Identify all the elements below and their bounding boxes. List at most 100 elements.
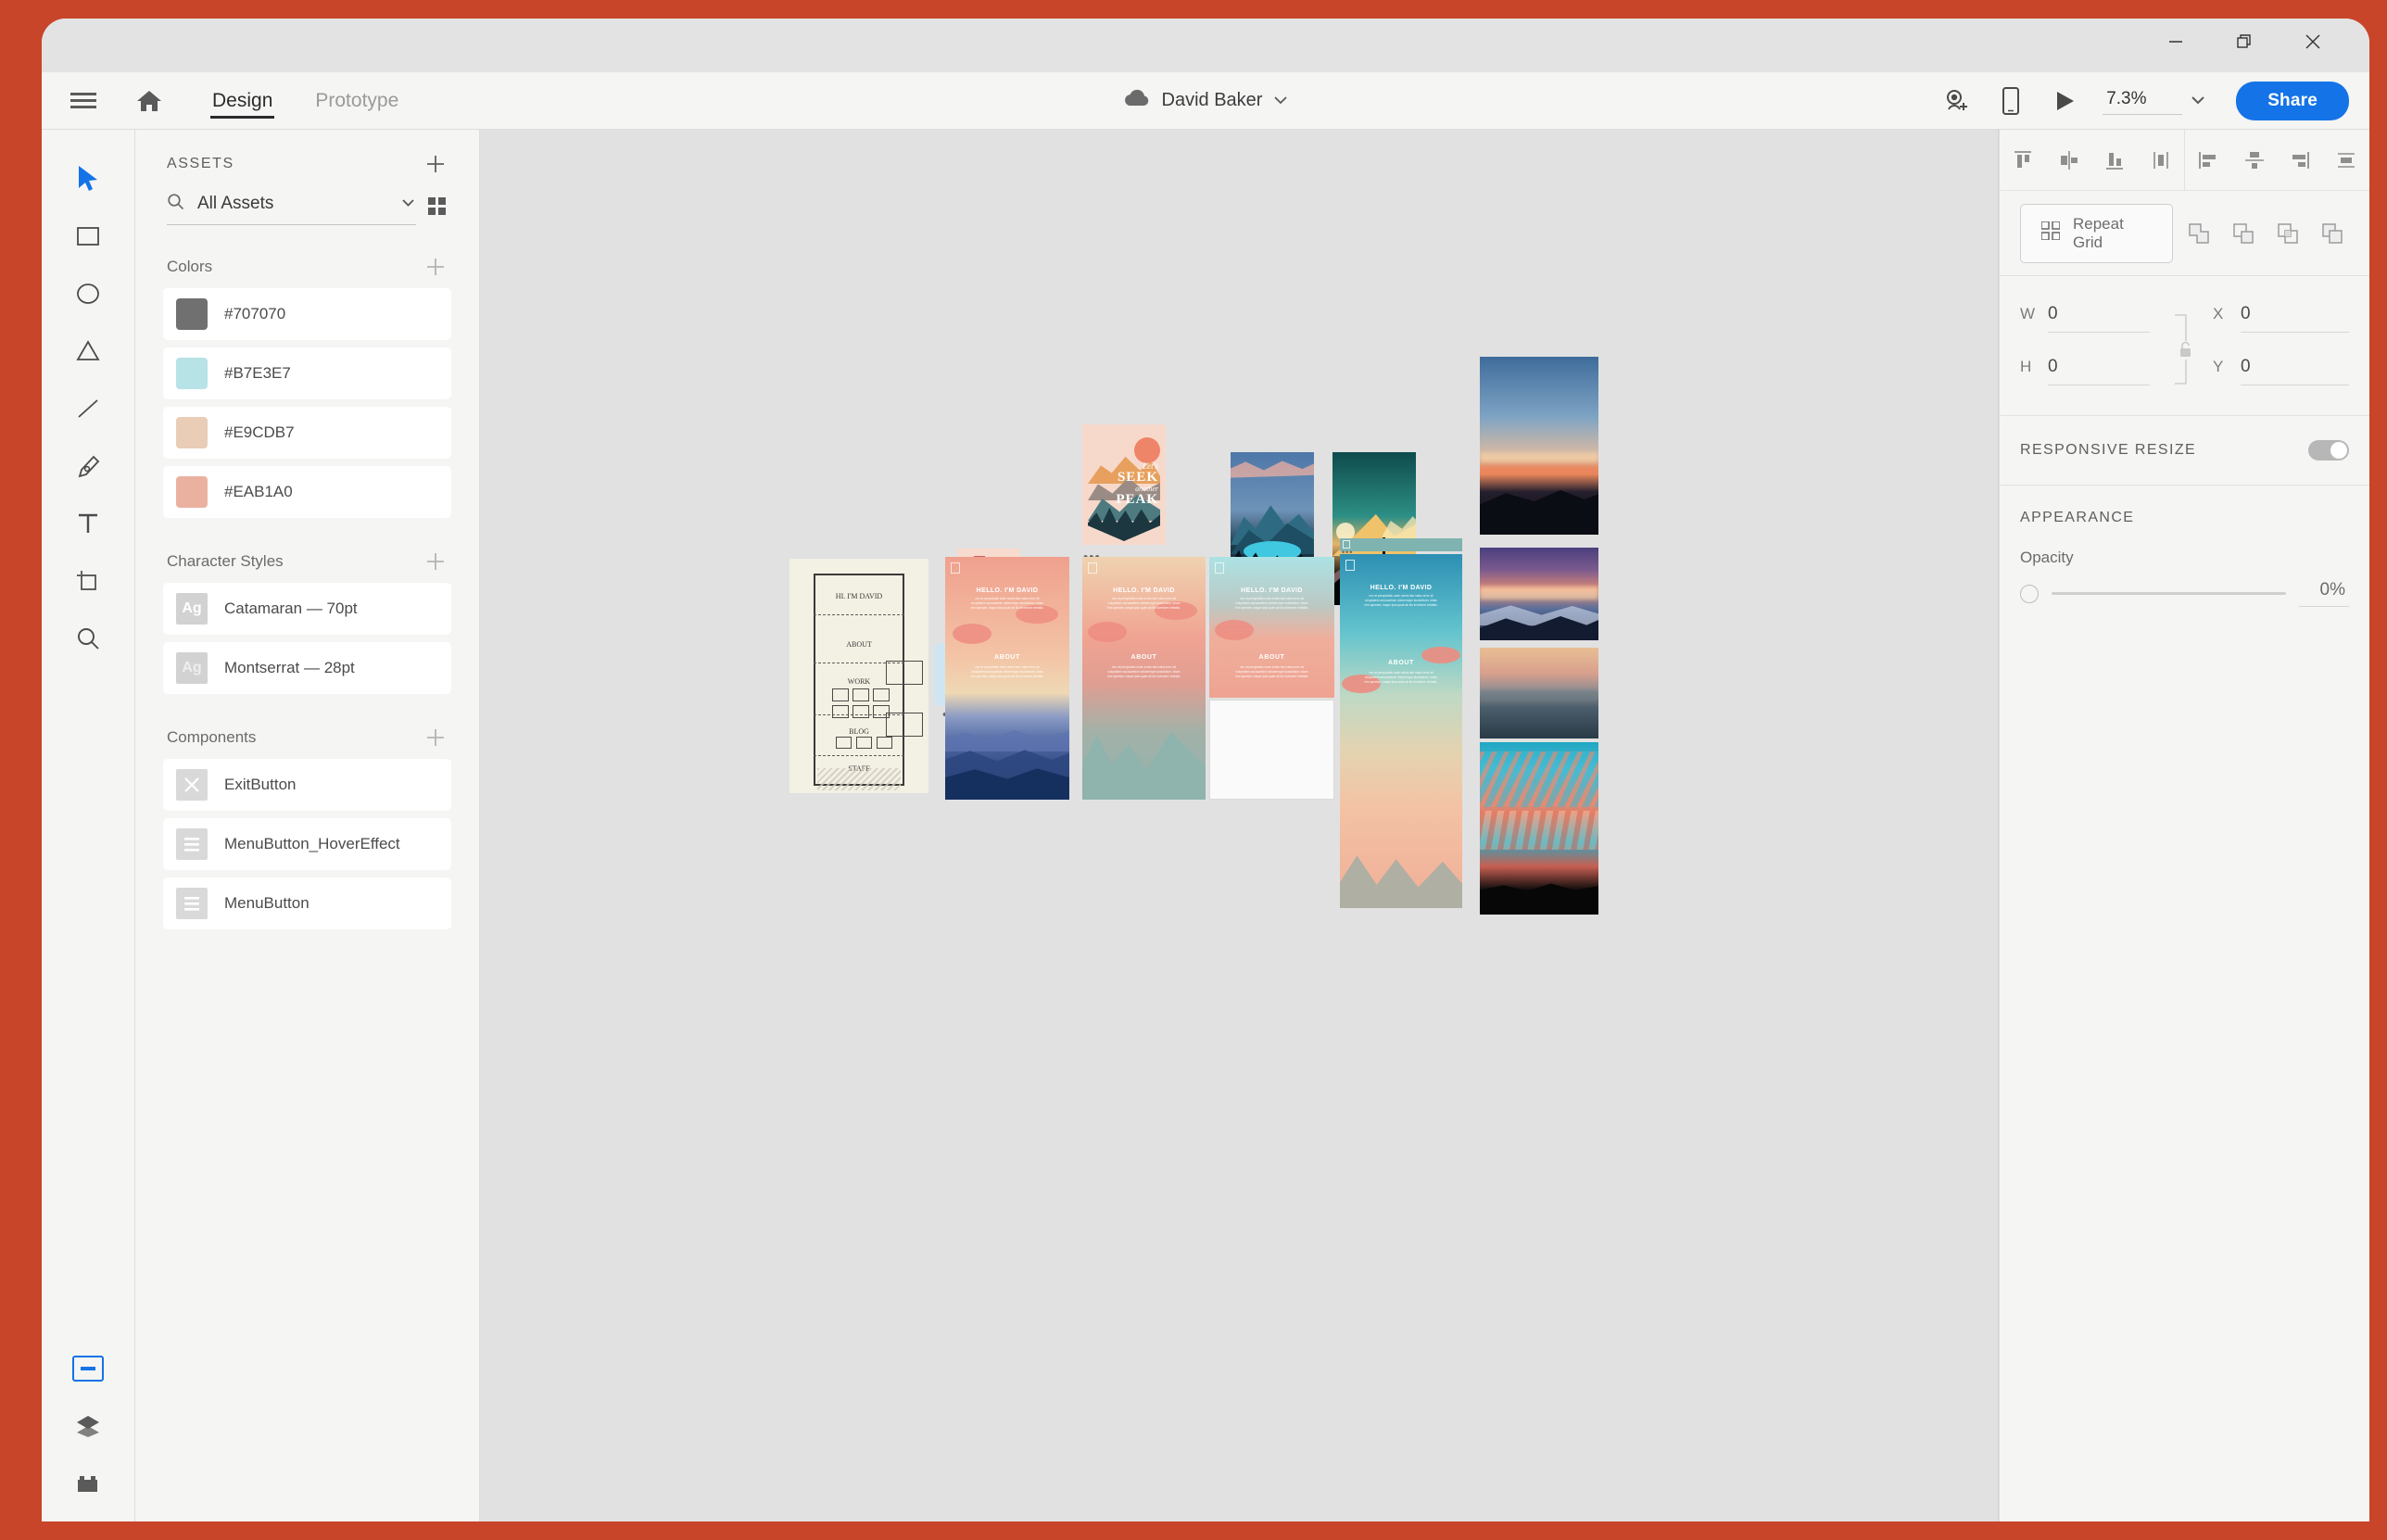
zoom-value[interactable]: 7.3% xyxy=(2103,86,2183,115)
aspect-lock-column[interactable] xyxy=(2163,304,2200,389)
opacity-control[interactable]: 0% xyxy=(2020,580,2349,607)
color-swatch xyxy=(176,358,208,389)
add-asset-button[interactable] xyxy=(423,152,448,176)
x-field[interactable]: X 0 xyxy=(2213,304,2349,333)
share-button[interactable]: Share xyxy=(2236,81,2349,120)
list-item[interactable]: MenuButton xyxy=(163,877,451,929)
home-icon[interactable] xyxy=(123,89,175,113)
add-component-button[interactable] xyxy=(423,726,448,750)
magnifier-icon[interactable] xyxy=(59,610,117,667)
repeat-grid-label: Repeat Grid xyxy=(2073,214,2124,251)
list-item[interactable]: MenuButton_HoverEffect xyxy=(163,818,451,870)
artboard-teal-header-strip[interactable] xyxy=(1340,538,1462,551)
add-color-button[interactable] xyxy=(423,255,448,279)
boolean-intersect-icon[interactable] xyxy=(2271,217,2305,250)
artboard-hazy-lake-photo[interactable] xyxy=(1480,648,1598,738)
restore-button[interactable] xyxy=(2210,19,2279,65)
align-top-icon[interactable] xyxy=(2004,142,2041,179)
repeat-grid-button[interactable]: Repeat Grid xyxy=(2020,203,2173,263)
y-field[interactable]: Y 0 xyxy=(2213,357,2349,385)
position-column: X 0 Y 0 xyxy=(2213,304,2349,385)
line-tool[interactable] xyxy=(59,380,117,437)
invite-user-icon[interactable] xyxy=(1932,81,1982,121)
play-preview-icon[interactable] xyxy=(2040,81,2090,121)
chevron-down-icon[interactable] xyxy=(400,196,416,212)
list-item[interactable]: #EAB1A0 xyxy=(163,466,451,518)
mobile-device-icon[interactable] xyxy=(1986,81,2036,121)
opacity-slider-handle[interactable] xyxy=(2020,584,2039,603)
assets-filter-select[interactable]: All Assets xyxy=(167,193,416,225)
boolean-exclude-icon[interactable] xyxy=(2316,217,2349,250)
poster-line-2: SEEK xyxy=(1117,470,1158,485)
height-field[interactable]: H 0 xyxy=(2020,357,2150,385)
artboard-sunset-clouds-photo[interactable] xyxy=(1480,742,1598,915)
opacity-value[interactable]: 0% xyxy=(2299,580,2349,607)
artboard-about-tall-gradient[interactable]: HELLO. I'M DAVID nec at perspiciatis und… xyxy=(1340,554,1462,908)
align-bottom-icon[interactable] xyxy=(2096,142,2133,179)
add-character-style-button[interactable] xyxy=(423,549,448,574)
artboard-about-teal-mountains[interactable]: HELLO. I'M DAVID nec at perspiciatis und… xyxy=(1082,557,1206,800)
artboard-dusk-sky-photo[interactable] xyxy=(1480,357,1598,535)
chevron-down-icon[interactable] xyxy=(1273,93,1288,109)
artboard-cloud-mountain-photo[interactable] xyxy=(1480,548,1598,640)
zoom-control[interactable]: 7.3% xyxy=(2103,86,2206,115)
document-name[interactable]: David Baker xyxy=(1162,90,1263,111)
align-vertical-center-icon[interactable] xyxy=(2051,142,2088,179)
artboard-about-cyan-short[interactable]: HELLO. I'M DAVID nec at perspiciatis und… xyxy=(1209,557,1334,698)
list-item[interactable]: #707070 xyxy=(163,288,451,340)
width-value[interactable]: 0 xyxy=(2048,304,2150,333)
grid-view-icon[interactable] xyxy=(427,196,448,221)
artboard-about-coral-mist[interactable]: HELLO. I'M DAVID nec at perspiciatis und… xyxy=(945,557,1069,800)
artboard-seek-another-peak[interactable]: Let's SEEK another PEAK xyxy=(1082,424,1166,545)
design-canvas[interactable]: ••• Let's SEEK another PEAK ••• xyxy=(480,130,1999,1521)
pen-nib-icon[interactable] xyxy=(59,437,117,495)
assets-header: ASSETS xyxy=(163,130,451,185)
y-value[interactable]: 0 xyxy=(2241,357,2349,385)
artboard-tool[interactable] xyxy=(59,552,117,610)
grid-4-squares-icon xyxy=(2040,221,2061,245)
close-button[interactable] xyxy=(2279,19,2347,65)
properties-panel: Repeat Grid W 0 H 0 X 0 Y 0 RESPONSIVE R… xyxy=(1999,130,2369,1521)
tab-design[interactable]: Design xyxy=(207,72,278,130)
width-field[interactable]: W 0 xyxy=(2020,304,2150,333)
assets-panel-icon[interactable] xyxy=(59,1340,117,1397)
select-tool[interactable] xyxy=(59,150,117,208)
align-left-icon[interactable] xyxy=(2190,142,2227,179)
list-item[interactable]: #E9CDB7 xyxy=(163,407,451,459)
color-swatch xyxy=(176,476,208,508)
distribute-horizontal-icon[interactable] xyxy=(2328,142,2365,179)
list-item[interactable]: Ag Montserrat — 28pt xyxy=(163,642,451,694)
polygon-tool[interactable] xyxy=(59,322,117,380)
x-value[interactable]: 0 xyxy=(2241,304,2349,333)
align-right-icon[interactable] xyxy=(2281,142,2318,179)
body-copy: nec at perspiciatis unde omnis iste natu… xyxy=(970,597,1044,610)
about-heading: ABOUT xyxy=(1258,654,1285,661)
text-tool[interactable] xyxy=(59,495,117,552)
hamburger-menu-icon[interactable] xyxy=(55,91,112,111)
responsive-resize-toggle[interactable] xyxy=(2308,440,2349,461)
distribute-vertical-icon[interactable] xyxy=(2142,142,2179,179)
list-item[interactable]: ExitButton xyxy=(163,759,451,811)
chevron-down-icon[interactable] xyxy=(2190,93,2206,109)
list-item[interactable]: #B7E3E7 xyxy=(163,347,451,399)
artboard-sketch-wireframe[interactable]: HI. I'M DAVID ABOUT WORK BLOG STAFF xyxy=(789,559,928,793)
color-label: #E9CDB7 xyxy=(224,423,295,441)
rectangle-tool[interactable] xyxy=(59,208,117,265)
artboard-blank-continuation[interactable] xyxy=(1209,700,1334,800)
align-horizontal-center-icon[interactable] xyxy=(2236,142,2273,179)
body-copy: nec at perspiciatis unde omnis iste natu… xyxy=(1234,597,1309,610)
section-title-components: Components xyxy=(167,728,257,746)
boolean-subtract-icon[interactable] xyxy=(2227,217,2260,250)
boolean-add-icon[interactable] xyxy=(2182,217,2216,250)
ellipse-tool[interactable] xyxy=(59,265,117,322)
minimize-button[interactable] xyxy=(2141,19,2210,65)
tab-prototype[interactable]: Prototype xyxy=(309,72,404,130)
opacity-slider-track[interactable] xyxy=(2052,592,2286,595)
body-copy: nec at perspiciatis unde omnis iste natu… xyxy=(970,665,1044,678)
character-style-label: Montserrat — 28pt xyxy=(224,659,355,676)
assets-panel-box xyxy=(72,1356,104,1382)
list-item[interactable]: Ag Catamaran — 70pt xyxy=(163,583,451,635)
layers-stack-icon[interactable] xyxy=(59,1397,117,1455)
plugin-block-icon[interactable] xyxy=(59,1455,117,1512)
height-value[interactable]: 0 xyxy=(2048,357,2150,385)
